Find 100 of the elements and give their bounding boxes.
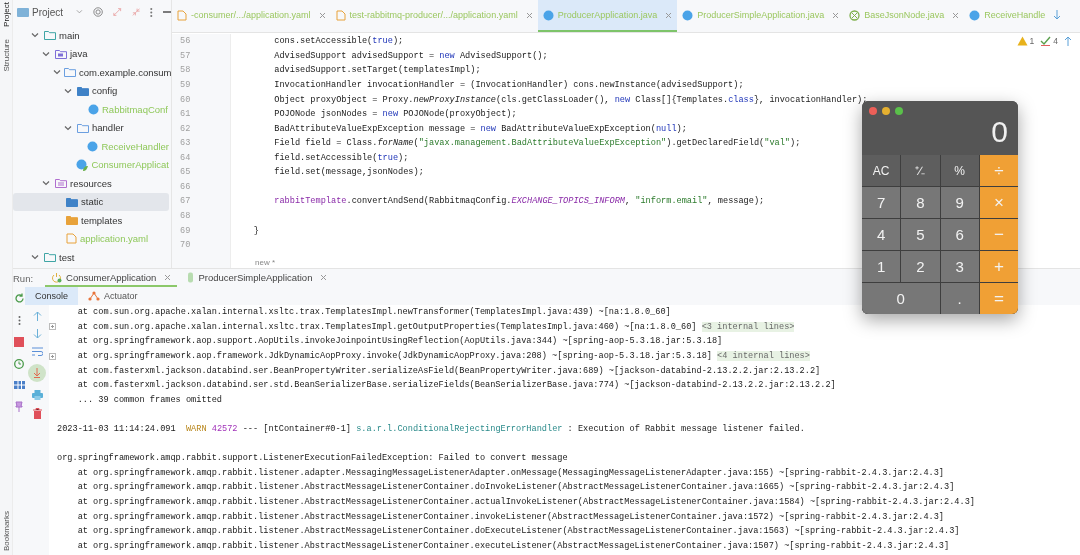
tree-item[interactable]: resources [13, 174, 169, 193]
calculator-key[interactable]: 4 [862, 219, 901, 250]
chevron-down-icon[interactable] [31, 31, 39, 40]
tool-window-label[interactable]: Structure [1, 38, 11, 72]
calculator-key[interactable]: 0 [862, 283, 940, 314]
expand-icon[interactable] [113, 7, 122, 17]
line-number: 67 [179, 196, 191, 207]
tree-item[interactable]: templates [13, 211, 169, 230]
network-icon [88, 291, 101, 301]
line-number: 57 [179, 50, 191, 61]
close-icon[interactable] [952, 11, 960, 19]
clock-icon[interactable] [14, 359, 24, 369]
author-hint[interactable]: new * [233, 252, 275, 268]
calculator-key[interactable]: % [940, 155, 979, 186]
code-line: AdvisedSupport advisedSupport = new AdvisedSupport(); [273, 50, 548, 61]
pin-icon[interactable] [15, 401, 23, 412]
code-line: advisedSupport.setTarget(templatesImpl); [273, 65, 481, 76]
close-icon[interactable] [869, 107, 877, 115]
calculator-key[interactable]: . [940, 283, 979, 314]
line-number: 61 [179, 109, 191, 120]
close-icon[interactable] [665, 11, 673, 19]
scroll-to-end-icon[interactable] [28, 364, 46, 382]
calculator-key[interactable]: 7 [862, 187, 901, 218]
check-icon [1040, 36, 1052, 46]
line-number: 56 [179, 36, 191, 47]
more-icon[interactable] [17, 316, 21, 325]
code-line: InvocationHandler invocationHandler = (InvocationHandler) cons.newInstance(advisedSupport); [273, 79, 744, 90]
weak-warning-count[interactable]: 4 [1053, 36, 1058, 46]
close-icon[interactable] [525, 11, 533, 19]
tree-item[interactable]: handler [13, 118, 169, 137]
close-icon[interactable] [832, 11, 840, 19]
run-tab[interactable]: ProducerSimpleApplication [181, 269, 334, 287]
chevron-down-icon[interactable] [42, 49, 50, 58]
minimize-icon[interactable] [882, 107, 890, 115]
more-icon[interactable] [150, 6, 153, 18]
tool-window-label[interactable]: Bookmarks [1, 511, 11, 551]
console-line: at org.springframework.amqp.rabbit.listener.AbstractMessageListenerContainer.executeListener(AbstractMessageListenerContainer.java:1507) ~[spring-rabbit-2.4.3.jar:2.4.3] [76, 540, 950, 551]
tool-window-label[interactable]: Project [1, 2, 11, 27]
arrow-down-icon[interactable] [32, 329, 42, 339]
console-line: at com.sun.org.apache.xalan.internal.xsltc.trax.TemplatesImpl.newTransformer(TemplatesImpl.java:439) ~[na:1.8.0_60] [76, 307, 671, 318]
calculator-key[interactable]: 3 [940, 251, 979, 282]
tree-item[interactable]: test [13, 248, 169, 267]
chevron-down-icon[interactable] [53, 68, 61, 77]
arrow-down-icon[interactable] [1053, 10, 1062, 20]
collapse-icon[interactable] [131, 7, 140, 17]
class-icon [88, 103, 99, 115]
code-line: Object proxyObject = Proxy.newProxyInstance(cls.getClassLoader(), new Class[]{Templates.class}, invocationHandler); [273, 94, 868, 105]
calculator-display: 0 [991, 115, 1008, 149]
chevron-down-icon[interactable] [31, 253, 39, 262]
calculator-key[interactable]: 8 [901, 187, 940, 218]
calculator-key[interactable]: 9 [940, 187, 979, 218]
tree-item[interactable]: com.example.consum [13, 63, 169, 82]
panel-title[interactable]: Project [17, 6, 64, 18]
folder-icon [55, 178, 67, 189]
layout-icon[interactable] [13, 381, 25, 389]
calculator-key[interactable]: AC [862, 155, 901, 186]
console-line: at org.springframework.amqp.rabbit.listener.AbstractMessageListenerContainer.actualInvokeListener(AbstractMessageListenerContainer.java:1584) ~[spring-rabbit-2.4.3.jar:2.4.3] [76, 497, 975, 507]
expand-icon[interactable] [49, 352, 56, 360]
yaml-file-icon [66, 233, 77, 245]
console-line: ... 39 common frames omitted [76, 394, 223, 405]
calculator-key[interactable]: ⁺∕₋ [901, 155, 940, 186]
minimize-icon[interactable] [162, 11, 171, 13]
folder-icon [64, 67, 76, 78]
close-icon[interactable] [320, 273, 328, 281]
close-icon[interactable] [318, 11, 326, 19]
trash-icon[interactable] [32, 408, 42, 419]
console-tab[interactable]: Console [25, 287, 79, 305]
calculator-key[interactable]: 5 [901, 219, 940, 250]
close-icon[interactable] [164, 273, 172, 281]
print-icon[interactable] [31, 390, 43, 400]
chevron-down-icon[interactable] [42, 179, 50, 188]
tree-item[interactable]: static [13, 192, 169, 211]
console-line: at org.springframework.amqp.rabbit.listener.AbstractMessageListenerContainer.doInvokeListener(AbstractMessageListenerContainer.java:1665) ~[spring-rabbit-2.4.3.jar:2.4.3] [76, 482, 955, 493]
class-icon [682, 9, 694, 21]
warning-count[interactable]: 1 [1029, 36, 1035, 46]
calculator-key[interactable]: 1 [862, 251, 901, 282]
zoom-icon[interactable] [895, 107, 903, 115]
rerun-icon[interactable] [13, 293, 25, 304]
target-icon[interactable] [92, 6, 104, 18]
tree-item[interactable]: main [13, 26, 169, 45]
folder-icon [66, 196, 78, 207]
calculator-key[interactable]: 6 [940, 219, 979, 250]
wrap-icon[interactable] [31, 347, 43, 356]
console-line: at org.springframework.amqp.rabbit.listener.AbstractMessageListenerContainer.invokeListener(AbstractMessageListenerContainer.java:1572) ~[spring-rabbit-2.4.3.jar:2.4.3] [76, 511, 945, 522]
tree-item[interactable]: config [13, 81, 169, 100]
calculator-key[interactable]: 2 [901, 251, 940, 282]
arrow-up-icon[interactable] [1064, 36, 1072, 46]
code-line: BadAttributeValueExpException message = new BadAttributeValueExpException(null); [273, 123, 687, 134]
expand-icon[interactable] [49, 323, 56, 331]
arrow-up-icon[interactable] [32, 311, 42, 321]
console-line: 2023-11-03 11:14:24.091 WARN 42572 --- [ntContainer#0-1] s.a.r.l.ConditionalRejectingErrorHandler : Execution of Rabbit message listener failed. [57, 424, 805, 435]
code-line: } [252, 225, 259, 236]
chevron-down-icon[interactable] [64, 86, 72, 95]
console-tab[interactable]: Actuator [78, 287, 148, 305]
test-tube-icon [187, 271, 195, 283]
line-number: 58 [179, 65, 191, 76]
console-line: at com.fasterxml.jackson.databind.ser.BeanPropertyWriter.serializeAsField(BeanPropertyWriter.java:689) ~[jackson-databind-2.13.2.2.jar:2.13.2.2] [76, 365, 821, 376]
tree-item[interactable]: java [13, 44, 169, 63]
caret-icon[interactable] [76, 9, 83, 15]
chevron-down-icon[interactable] [64, 123, 72, 132]
